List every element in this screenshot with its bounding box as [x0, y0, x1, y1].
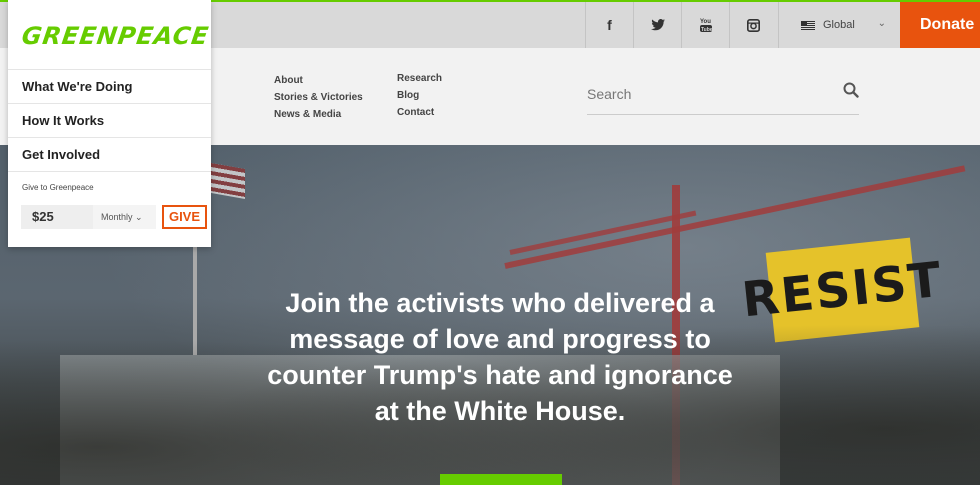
nav-link-contact[interactable]: Contact [397, 104, 442, 121]
give-label: Give to Greenpeace [22, 183, 94, 192]
svg-text:Tube: Tube [701, 27, 713, 33]
nav-link-news[interactable]: News & Media [274, 106, 363, 123]
hero-headline: Join the activists who delivered a messa… [267, 288, 733, 426]
search-placeholder[interactable]: Search [587, 86, 631, 102]
greenpeace-logo[interactable]: GREENPEACE [20, 22, 211, 50]
give-button[interactable]: GIVE [162, 205, 207, 229]
chevron-down-icon: ⌄ [877, 18, 886, 29]
frequency-select[interactable]: Monthly ⌄ [93, 205, 156, 229]
menu-item-get-involved[interactable]: Get Involved [8, 137, 211, 171]
youtube-icon[interactable]: You Tube [681, 2, 729, 48]
menu-item-what-were-doing[interactable]: What We're Doing [8, 69, 211, 103]
main-menu-panel: GREENPEACE What We're Doing How It Works… [8, 0, 211, 247]
flag-icon [801, 20, 815, 30]
nav-column-1: About Stories & Victories News & Media [274, 72, 363, 123]
social-links: f You Tube [585, 2, 777, 48]
search-field[interactable]: Search [587, 80, 859, 115]
twitter-icon[interactable] [633, 2, 681, 48]
donate-button[interactable]: Donate [900, 2, 980, 48]
region-label: Global [823, 19, 855, 31]
facebook-icon[interactable]: f [585, 2, 633, 48]
chevron-down-icon: ⌄ [135, 212, 143, 222]
nav-link-stories[interactable]: Stories & Victories [274, 89, 363, 106]
nav-column-2: Research Blog Contact [397, 70, 442, 121]
nav-link-research[interactable]: Research [397, 70, 442, 87]
nav-link-blog[interactable]: Blog [397, 87, 442, 104]
svg-text:You: You [700, 19, 711, 25]
donation-amount-input[interactable]: $25 [21, 205, 93, 229]
hero-cta-button[interactable] [440, 474, 562, 485]
frequency-value: Monthly [101, 212, 133, 222]
menu-item-how-it-works[interactable]: How It Works [8, 103, 211, 137]
instagram-icon[interactable] [729, 2, 777, 48]
search-icon[interactable] [843, 82, 859, 103]
nav-link-about[interactable]: About [274, 72, 363, 89]
region-selector[interactable]: Global ⌄ [778, 2, 900, 48]
